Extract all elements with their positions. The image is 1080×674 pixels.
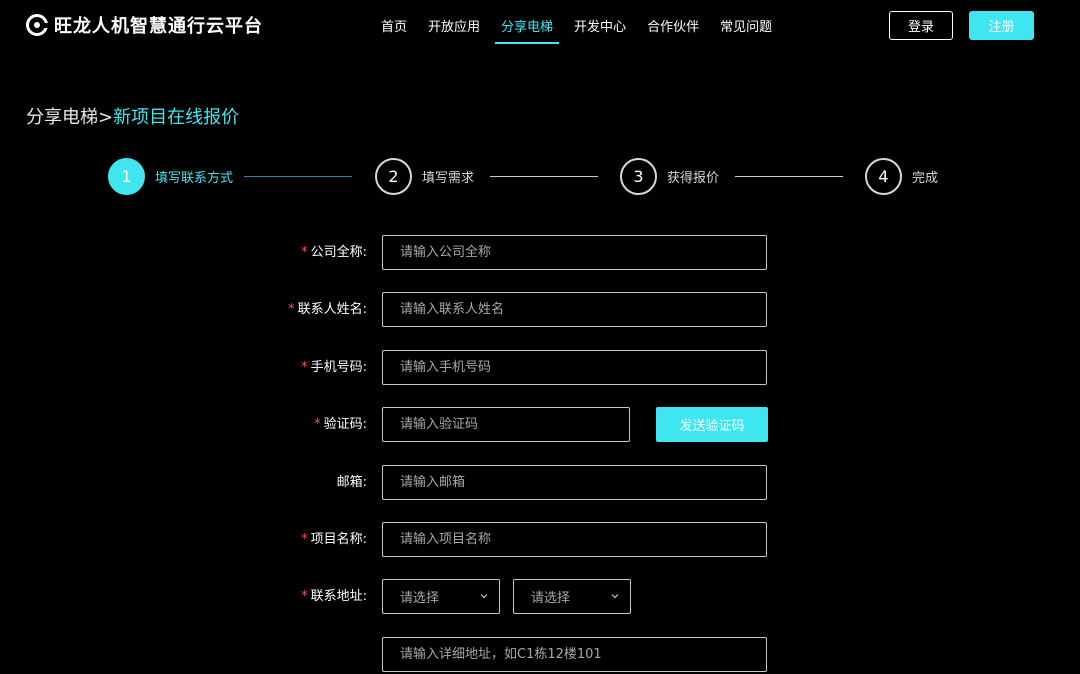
project-name-label-text: 项目名称: [310, 532, 367, 547]
top-header: 旺龙人机智慧通行云平台 首页 开放应用 分享电梯 开发中心 合作伙伴 常见问题 … [0, 0, 1080, 50]
contact-name-label: * 联系人姓名: [288, 292, 367, 327]
company-label: * 公司全称: [301, 235, 367, 270]
nav-item-faq[interactable]: 常见问题 [714, 0, 778, 42]
phone-label: * 手机号码: [301, 350, 367, 385]
step-1: 1 填写联系方式 [108, 158, 233, 195]
required-mark: * [301, 589, 308, 604]
address-label: * 联系地址: [301, 579, 367, 614]
step-label: 完成 [912, 171, 939, 186]
code-label-text: 验证码: [323, 417, 367, 432]
form-row-email: 邮箱: [0, 465, 1080, 500]
step-label: 填写需求 [422, 171, 475, 186]
step-connector-1 [244, 176, 352, 177]
register-button[interactable]: 注册 [969, 11, 1034, 40]
step-4: 4 完成 [865, 158, 938, 195]
login-button[interactable]: 登录 [889, 11, 953, 40]
contact-name-label-text: 联系人姓名: [297, 302, 367, 317]
nav-item-dev-center[interactable]: 开发中心 [568, 0, 632, 42]
step-connector-2 [490, 176, 598, 177]
address-label-text: 联系地址: [310, 589, 367, 604]
breadcrumb-parent[interactable]: 分享电梯 [26, 107, 98, 128]
send-code-button[interactable]: 发送验证码 [656, 407, 768, 442]
logo-icon [26, 14, 48, 36]
company-label-text: 公司全称: [310, 245, 367, 260]
breadcrumb-separator: > [98, 107, 114, 128]
nav-item-share-elevator[interactable]: 分享电梯 [495, 0, 560, 44]
city-select[interactable]: 请选择 [513, 579, 631, 614]
code-label: * 验证码: [314, 407, 367, 442]
company-input[interactable] [382, 235, 767, 270]
phone-input[interactable] [382, 350, 767, 385]
project-name-label: * 项目名称: [301, 522, 367, 557]
nav-item-partners[interactable]: 合作伙伴 [641, 0, 705, 42]
breadcrumb: 分享电梯>新项目在线报价 [26, 103, 239, 129]
step-connector-3 [735, 176, 843, 177]
chevron-down-icon [480, 594, 488, 599]
project-name-input[interactable] [382, 522, 767, 557]
contact-name-input[interactable] [382, 292, 767, 327]
main-nav: 首页 开放应用 分享电梯 开发中心 合作伙伴 常见问题 [375, 0, 787, 44]
step-label: 填写联系方式 [155, 171, 234, 186]
step-3: 3 获得报价 [620, 158, 719, 195]
breadcrumb-current: 新项目在线报价 [113, 107, 240, 128]
address-detail-input[interactable] [382, 637, 767, 672]
logo-text: 旺龙人机智慧通行云平台 [54, 16, 263, 37]
logo[interactable]: 旺龙人机智慧通行云平台 [26, 12, 263, 38]
step-2: 2 填写需求 [375, 158, 474, 195]
step-number: 2 [375, 158, 412, 195]
phone-label-text: 手机号码: [310, 360, 367, 375]
form-row-company: * 公司全称: [0, 235, 1080, 270]
email-input[interactable] [382, 465, 767, 500]
required-mark: * [314, 417, 321, 432]
required-mark: * [301, 245, 308, 260]
step-number: 1 [108, 158, 145, 195]
step-label: 获得报价 [667, 171, 720, 186]
province-select-value: 请选择 [400, 591, 440, 606]
chevron-down-icon [611, 594, 619, 599]
step-number: 4 [865, 158, 902, 195]
required-mark: * [288, 302, 295, 317]
code-input[interactable] [382, 407, 630, 442]
nav-item-home[interactable]: 首页 [375, 0, 413, 42]
step-number: 3 [620, 158, 657, 195]
city-select-value: 请选择 [531, 591, 571, 606]
form-row-contact-name: * 联系人姓名: [0, 292, 1080, 327]
nav-item-open-apps[interactable]: 开放应用 [422, 0, 486, 42]
required-mark: * [301, 360, 308, 375]
form-row-project-name: * 项目名称: [0, 522, 1080, 557]
form-row-address: * 联系地址: 请选择 请选择 [0, 579, 1080, 614]
province-select[interactable]: 请选择 [382, 579, 500, 614]
form-row-code: *验证码: 发送验证码 [0, 407, 1080, 442]
email-label-text: 邮箱: [336, 475, 367, 490]
email-label: 邮箱: [337, 465, 367, 500]
required-mark: * [301, 532, 308, 547]
form-row-address-detail [0, 637, 1080, 672]
form-row-phone: * 手机号码: [0, 350, 1080, 385]
